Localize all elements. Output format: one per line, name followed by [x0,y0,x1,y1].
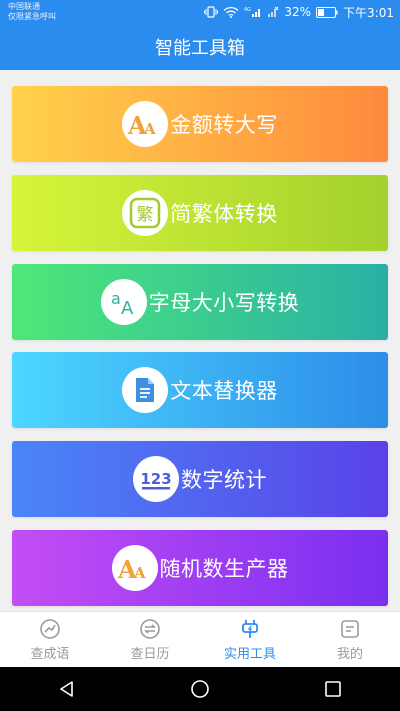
signal-4g-icon: 4G [244,6,262,18]
tool-label: 文本替换器 [170,379,278,403]
tool-label: 简繁体转换 [170,202,278,226]
tool-label: 数字统计 [181,468,267,492]
home-circle-icon [191,680,209,698]
tool-card-text-replace[interactable]: 文本替换器 [12,352,388,428]
tab-tools[interactable]: 实用工具 [200,612,300,667]
tab-calendar[interactable]: 查日历 [100,612,200,667]
tool-label: 字母大小写转换 [148,291,300,315]
carrier-info: 中国联通 仅限紧急呼叫 [8,2,56,22]
tab-label: 我的 [336,646,363,662]
tool-card-amount-uppercase[interactable]: AA 金额转大写 [12,86,388,162]
svg-text:A: A [121,298,134,317]
tab-label: 查成语 [30,646,70,662]
svg-text:A: A [143,120,156,138]
svg-text:123: 123 [140,470,171,488]
battery-percent: 32% [284,5,312,19]
svg-text:A: A [133,564,146,582]
vibrate-icon [204,6,219,18]
tool-card-letter-case[interactable]: aA 字母大小写转换 [12,264,388,340]
tool-card-simplified-traditional[interactable]: 繁 简繁体转换 [12,175,388,251]
letter-case-icon: aA [100,279,147,325]
tab-label: 实用工具 [223,646,276,662]
emergency-only: 仅限紧急呼叫 [8,12,56,21]
tool-label: 金额转大写 [170,113,278,137]
back-button[interactable] [37,667,97,711]
back-triangle-icon [59,681,73,697]
home-button[interactable] [170,667,230,711]
aa-icon: AA [122,101,169,147]
tab-mine[interactable]: 我的 [300,612,400,667]
app-header: 智能工具箱 [0,24,400,70]
tool-card-number-stats[interactable]: 123 数字统计 [12,441,388,517]
system-navigation-bar [0,667,400,711]
document-icon [122,367,169,413]
recents-square-icon [325,681,342,697]
bottom-tab-bar: 查成语 查日历 实用工具 我的 [0,611,400,667]
recents-button[interactable] [303,667,363,711]
signal-off-icon [267,6,279,18]
status-bar: 中国联通 仅限紧急呼叫 4G 32% 下午3:01 [0,0,400,24]
status-icons: 4G 32% 下午3:01 [204,4,394,20]
page-title: 智能工具箱 [155,38,245,59]
calendar-cycle-icon [140,618,160,639]
svg-text:a: a [111,289,121,308]
tool-card-random-number[interactable]: AA 随机数生产器 [12,530,388,606]
tab-label: 查日历 [130,646,170,662]
svg-text:繁: 繁 [137,205,154,225]
profile-doc-icon [341,619,359,638]
tab-idioms[interactable]: 查成语 [0,612,100,667]
carrier-name: 中国联通 [8,2,40,11]
tool-plug-icon [242,619,258,638]
number-123-icon: 123 [133,456,179,502]
svg-text:4G: 4G [244,7,251,13]
tool-label: 随机数生产器 [159,557,289,581]
aa-icon: AA [111,545,158,591]
clock: 下午3:01 [343,5,394,20]
battery-icon [316,6,338,18]
traditional-char-icon: 繁 [122,190,169,236]
wifi-icon [223,6,239,18]
trend-icon [40,618,60,639]
